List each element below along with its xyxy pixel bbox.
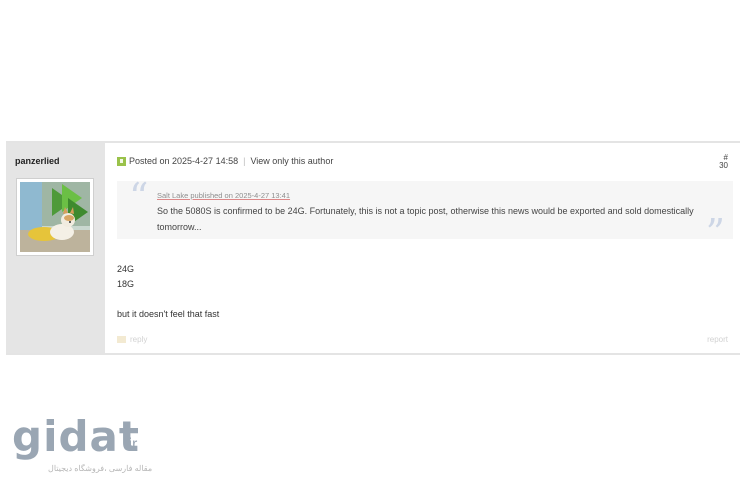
- author-name[interactable]: panzerlied: [15, 156, 60, 166]
- reply-label: reply: [130, 335, 148, 344]
- quote-source-link[interactable]: Salt Lake published on 2025-4-27 13:41: [157, 191, 290, 200]
- avatar-image: [20, 182, 90, 252]
- quote-text: So the 5080S is confirmed to be 24G. For…: [157, 206, 694, 232]
- watermark-tagline: مقاله فارسی ،فروشگاه دیجیتال: [48, 464, 153, 473]
- watermark-logo: gidat .ir مقاله فارسی ،فروشگاه دیجیتال: [12, 414, 172, 484]
- close-quote-icon: ”: [705, 211, 725, 255]
- open-quote-icon: “: [129, 175, 149, 219]
- body-line: 18G: [117, 279, 135, 289]
- view-only-author-link[interactable]: View only this author: [250, 156, 333, 166]
- avatar[interactable]: [16, 178, 94, 256]
- body-line: but it doesn't feel that fast: [117, 309, 220, 319]
- floor-number-value: 30: [719, 161, 728, 170]
- post-meta: Posted on 2025-4-27 14:58 | View only th…: [117, 156, 333, 166]
- posted-on-text: Posted on 2025-4-27 14:58: [129, 156, 239, 166]
- author-panel: panzerlied: [6, 143, 105, 353]
- floor-number[interactable]: # 30: [719, 154, 728, 170]
- reply-icon: [117, 336, 126, 343]
- forum-post: panzerlied Posted on 2025-4-27 14:58 | V…: [6, 141, 740, 355]
- meta-separator: |: [243, 156, 246, 166]
- quote-block: “ Salt Lake published on 2025-4-27 13:41…: [117, 177, 733, 253]
- report-button[interactable]: report: [707, 335, 728, 344]
- reply-button[interactable]: reply: [117, 335, 147, 344]
- watermark-tld: .ir: [124, 436, 138, 453]
- user-status-icon: [117, 156, 126, 166]
- body-line: 24G: [117, 264, 135, 274]
- post-content: Posted on 2025-4-27 14:58 | View only th…: [105, 143, 740, 353]
- watermark-brand: gidat: [12, 412, 140, 461]
